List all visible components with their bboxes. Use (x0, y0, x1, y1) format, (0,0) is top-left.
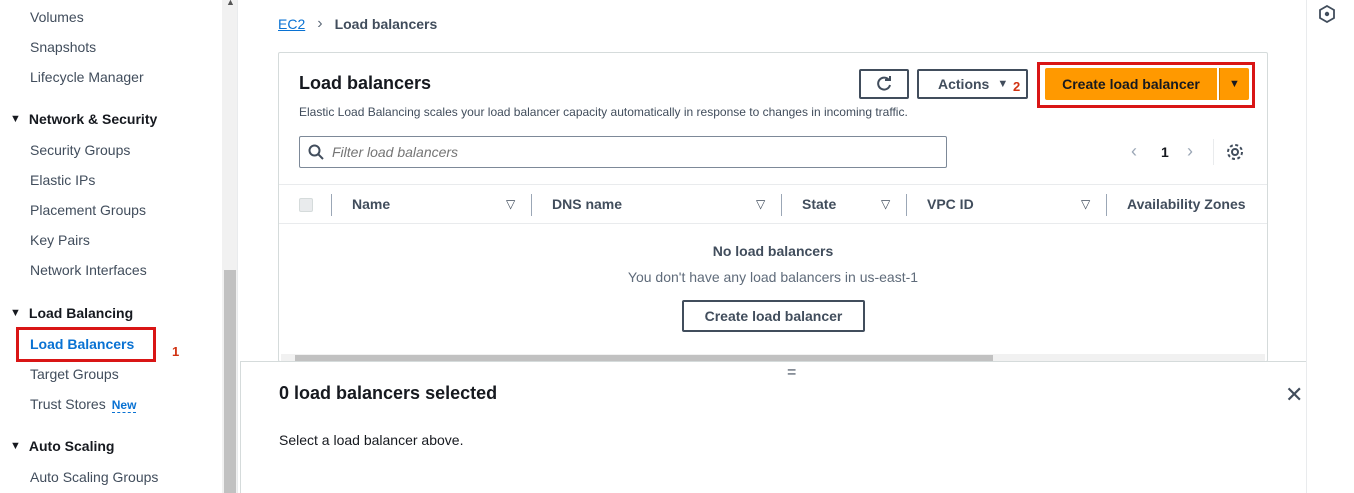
sidebar-section-label: Auto Scaling (28, 438, 115, 454)
scroll-up-arrow-icon[interactable]: ▲ (226, 0, 235, 7)
split-panel-body: Select a load balancer above. (279, 432, 464, 448)
create-load-balancer-dropdown-button[interactable]: ▼ (1219, 68, 1249, 100)
actions-label: Actions (938, 76, 990, 92)
page-description: Elastic Load Balancing scales your load … (299, 105, 908, 119)
pager-divider (1213, 139, 1214, 165)
sidebar-section-label: Load Balancing (28, 305, 134, 321)
sidebar: Volumes Snapshots Lifecycle Manager ▼ Ne… (0, 0, 222, 493)
breadcrumb-link-ec2[interactable]: EC2 (278, 16, 305, 32)
previous-page-icon[interactable]: ‹ (1131, 141, 1137, 162)
sidebar-item-lifecycle-manager[interactable]: Lifecycle Manager (30, 69, 144, 85)
current-page-number[interactable]: 1 (1161, 144, 1169, 160)
sidebar-scrollbar-thumb[interactable] (224, 270, 236, 493)
sidebar-item-label: Trust Stores (30, 396, 106, 412)
sidebar-section-auto-scaling[interactable]: ▼ Auto Scaling (10, 438, 114, 454)
close-icon[interactable]: ✕ (1285, 382, 1303, 408)
column-header-name[interactable]: Name (352, 196, 390, 212)
breadcrumb: EC2 › Load balancers (278, 15, 437, 33)
caret-down-icon: ▼ (10, 113, 21, 125)
column-separator[interactable] (531, 194, 532, 216)
info-panel-icon[interactable] (1318, 4, 1336, 28)
filter-funnel-icon[interactable]: ▽ (506, 197, 515, 211)
new-badge: New (111, 398, 137, 413)
sidebar-item-elastic-ips[interactable]: Elastic IPs (30, 172, 95, 188)
resize-handle-icon[interactable]: = (787, 364, 796, 382)
column-separator[interactable] (1106, 194, 1107, 216)
column-header-vpc-id[interactable]: VPC ID (927, 196, 974, 212)
sidebar-section-load-balancing[interactable]: ▼ Load Balancing (10, 305, 133, 321)
highlight-box-load-balancers (16, 327, 156, 362)
sidebar-item-target-groups[interactable]: Target Groups (30, 366, 119, 382)
sidebar-item-auto-scaling-groups[interactable]: Auto Scaling Groups (30, 469, 158, 485)
caret-down-icon: ▼ (10, 440, 21, 452)
sidebar-item-security-groups[interactable]: Security Groups (30, 142, 130, 158)
load-balancers-panel: Load balancers Elastic Load Balancing sc… (278, 52, 1268, 362)
filter-input[interactable] (332, 144, 912, 160)
annotation-step-2: 2 (1013, 79, 1021, 94)
table-header: Name ▽ DNS name ▽ State ▽ VPC ID ▽ Avail… (279, 184, 1267, 224)
right-tools-rail (1306, 0, 1354, 493)
create-load-balancer-button[interactable]: Create load balancer (1045, 68, 1217, 100)
caret-down-icon: ▼ (10, 307, 21, 319)
select-all-checkbox[interactable] (299, 198, 313, 212)
caret-down-icon: ▼ (997, 78, 1009, 90)
sidebar-item-trust-stores[interactable]: Trust Stores New (30, 396, 137, 413)
next-page-icon[interactable]: › (1187, 141, 1193, 162)
column-header-availability-zones[interactable]: Availability Zones (1127, 196, 1246, 212)
split-panel: = 0 load balancers selected ✕ Select a l… (240, 361, 1346, 493)
empty-state-subtitle: You don't have any load balancers in us-… (627, 269, 919, 285)
refresh-icon (877, 76, 891, 91)
column-header-state[interactable]: State (802, 196, 836, 212)
split-panel-title: 0 load balancers selected (279, 383, 498, 403)
sidebar-section-label: Network & Security (28, 111, 158, 127)
filter-funnel-icon[interactable]: ▽ (881, 197, 890, 211)
caret-down-icon: ▼ (1229, 78, 1240, 90)
filter-funnel-icon[interactable]: ▽ (1081, 197, 1090, 211)
sidebar-item-snapshots[interactable]: Snapshots (30, 39, 96, 55)
column-header-dns-name[interactable]: DNS name (552, 196, 622, 212)
sidebar-section-network-security[interactable]: ▼ Network & Security (10, 111, 157, 127)
empty-state-title: No load balancers (712, 243, 834, 259)
refresh-button[interactable] (859, 69, 909, 99)
actions-dropdown-button[interactable]: Actions ▼ (917, 69, 1028, 99)
sidebar-item-placement-groups[interactable]: Placement Groups (30, 202, 146, 218)
sidebar-item-network-interfaces[interactable]: Network Interfaces (30, 262, 147, 278)
annotation-step-1: 1 (172, 344, 180, 359)
column-separator[interactable] (331, 194, 332, 216)
filter-search-box[interactable] (299, 136, 947, 168)
sidebar-item-volumes[interactable]: Volumes (30, 9, 84, 25)
page-title: Load balancers (299, 73, 432, 93)
gear-icon[interactable] (1225, 142, 1245, 167)
sidebar-item-key-pairs[interactable]: Key Pairs (30, 232, 90, 248)
column-separator[interactable] (781, 194, 782, 216)
breadcrumb-current: Load balancers (334, 16, 438, 32)
column-separator[interactable] (906, 194, 907, 216)
search-icon (308, 144, 324, 160)
chevron-right-icon: › (317, 15, 323, 32)
filter-funnel-icon[interactable]: ▽ (756, 197, 765, 211)
app-root: Volumes Snapshots Lifecycle Manager ▼ Ne… (0, 0, 1354, 493)
empty-state-create-button[interactable]: Create load balancer (682, 300, 865, 332)
